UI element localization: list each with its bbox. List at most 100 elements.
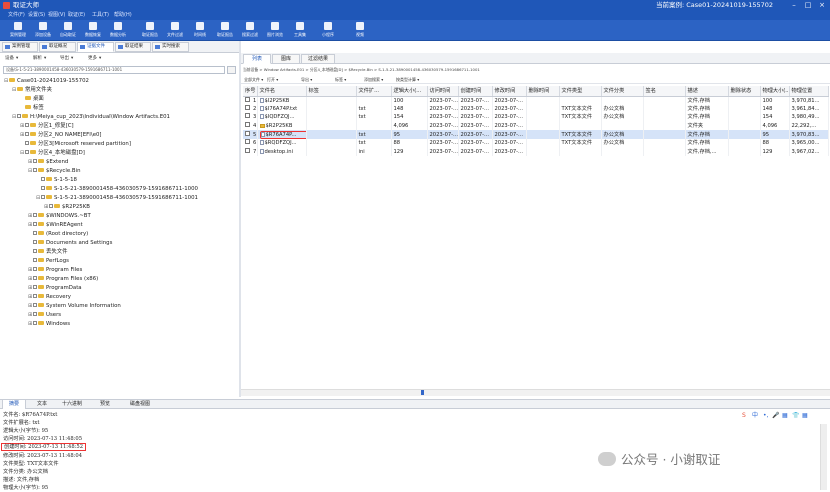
column-header[interactable]: 文件分类 [601, 86, 644, 97]
tree-node[interactable]: ⊟ 常用文件夹 [12, 86, 52, 95]
ime-button[interactable]: 中 [752, 412, 758, 420]
ribbon-button[interactable]: 文件过滤 [165, 22, 185, 40]
tree-checkbox[interactable] [33, 321, 37, 325]
tree-checkbox[interactable] [33, 240, 37, 244]
tree-node[interactable]: 桌面 [20, 95, 44, 104]
menu-item[interactable]: 帮助(H) [114, 12, 132, 19]
ribbon-button[interactable]: 取证报告 [140, 22, 160, 40]
menu-item[interactable]: 取证(E) [68, 12, 85, 19]
detail-tab-2[interactable]: 十六进制 [57, 400, 87, 409]
file-toolbar-button[interactable]: 标签 ▾ [335, 76, 346, 84]
ribbon-button[interactable]: 图片浏览 [265, 22, 285, 40]
tree-node[interactable]: S-1-5-18 [36, 176, 77, 185]
tree-node[interactable]: ⊞ Program Files [28, 266, 82, 275]
file-toolbar-button[interactable]: 打开 ▾ [267, 76, 278, 84]
column-header[interactable]: 文件扩... [356, 86, 392, 97]
file-toolbar-button[interactable]: 全部文件 ▾ [244, 76, 263, 84]
row-checkbox[interactable] [245, 96, 250, 102]
tree-node[interactable]: ⊟ 分区4_本地磁盘[D] [20, 149, 85, 158]
left-toolbar-button[interactable]: 设备 [5, 55, 14, 62]
ime-button[interactable]: ▦ [802, 412, 808, 420]
tree-checkbox[interactable] [41, 195, 45, 199]
tree-checkbox[interactable] [33, 231, 37, 235]
ribbon-button[interactable]: 视频 [350, 22, 370, 40]
column-header[interactable]: 删除时间 [526, 86, 560, 97]
vertical-splitter[interactable] [239, 41, 241, 397]
ribbon-button[interactable]: 时间线 [190, 22, 210, 40]
ribbon-button[interactable]: 取证报告 [215, 22, 235, 40]
row-checkbox[interactable] [245, 130, 250, 136]
right-tab-2[interactable]: 过滤结果 [301, 54, 335, 64]
left-toolbar-button[interactable]: 解析 [33, 55, 42, 62]
tree-node[interactable]: ⊞ $R2P25KB [44, 203, 90, 212]
right-tab-0[interactable]: 列表 [243, 54, 271, 64]
tree-node[interactable]: ⊞ Program Files (x86) [28, 275, 98, 284]
ime-button[interactable]: S [742, 412, 746, 420]
tree-node[interactable]: ⊞ Users [28, 311, 61, 320]
tree-node[interactable]: PerfLogs [28, 257, 69, 266]
tree-node[interactable]: ⊞ ProgramData [28, 284, 82, 293]
table-row[interactable]: 1 $I2P25KB 100 2023-07-... 2023-07-... 2023-0… [243, 96, 829, 105]
ribbon-button[interactable]: 工具集 [290, 22, 310, 40]
tree-node[interactable]: Documents and Settings [28, 239, 112, 248]
tree-node[interactable]: S-1-5-21-3890001458-436030579-1591686711… [36, 185, 198, 194]
tree-checkbox[interactable] [41, 186, 45, 190]
tree-checkbox[interactable] [25, 132, 29, 136]
table-row[interactable]: 2 $I76A74P.txt txt 148 2023-07-... 2023-07-..… [243, 104, 829, 114]
tree-checkbox[interactable] [33, 303, 37, 307]
menu-item[interactable]: 视图(V) [48, 12, 65, 19]
tree-node[interactable]: ⊟ $Recycle.Bin [28, 167, 81, 176]
maximize-icon[interactable]: □ [803, 1, 813, 10]
tree-node[interactable]: ⊞ Recovery [28, 293, 71, 302]
tab-1[interactable]: 取证概况 [39, 42, 76, 52]
detail-scrollbar[interactable] [820, 424, 827, 490]
ime-button[interactable]: 🎤 [772, 412, 779, 420]
tab-4[interactable]: 实时搜索 [152, 42, 189, 52]
column-header[interactable]: 签名 [643, 86, 686, 97]
path-input[interactable]: 设备\S-1-5-21-3890001458-436030579-1591686… [3, 66, 225, 74]
minimize-icon[interactable]: – [789, 1, 799, 10]
detail-tab-3[interactable]: 预览 [92, 400, 118, 409]
tree-node[interactable]: 分区3[Microsoft reserved partition] [20, 140, 131, 149]
tab-0[interactable]: 案例管理 [2, 42, 38, 52]
row-checkbox[interactable] [245, 104, 250, 110]
tree-checkbox[interactable] [41, 177, 45, 181]
scroll-thumb[interactable] [421, 390, 424, 395]
tree-checkbox[interactable] [33, 276, 37, 280]
tree-node[interactable]: ⊞ 分区1_修复[C] [20, 122, 74, 131]
detail-tab-4[interactable]: 磁盘视图 [124, 400, 156, 409]
column-header[interactable]: 访问时间 [427, 86, 459, 97]
column-header[interactable]: 物理位置 [789, 86, 829, 97]
menu-item[interactable]: 文件(F) [8, 12, 25, 19]
ribbon-button[interactable]: 案例管理 [8, 22, 28, 40]
ribbon-button[interactable]: 数据恢复 [83, 22, 103, 40]
ribbon-button[interactable]: 自动取证 [58, 22, 78, 40]
tree-checkbox[interactable] [33, 285, 37, 289]
tree-node[interactable]: ⊞ $WinREAgent [28, 221, 83, 230]
column-header[interactable]: 删除状态 [728, 86, 761, 97]
menu-item[interactable]: 设置(S) [28, 12, 45, 19]
tree-checkbox[interactable] [33, 249, 37, 253]
table-row[interactable]: 5 $R76A74P... txt 95 2023-07-... 2023-07-... 2… [243, 130, 829, 139]
tree-checkbox[interactable] [33, 168, 37, 172]
tree-checkbox[interactable] [17, 114, 21, 118]
row-checkbox[interactable] [245, 113, 250, 119]
left-toolbar-button[interactable]: 更多 [88, 55, 97, 62]
tab-2[interactable]: 证据文件 [77, 42, 114, 52]
tree-node[interactable]: ⊞ System Volume Information [28, 302, 121, 311]
column-header[interactable]: 标签 [306, 86, 357, 97]
table-row[interactable]: 7 desktop.ini ini 129 2023-07-... 2023-07-...… [243, 147, 829, 157]
menu-item[interactable]: 工具(T) [92, 12, 109, 19]
tree-checkbox[interactable] [49, 204, 53, 208]
horizontal-scrollbar[interactable] [241, 389, 830, 396]
left-toolbar-button[interactable]: 导出 [60, 55, 69, 62]
detail-tab-1[interactable]: 文本 [31, 400, 53, 409]
table-row[interactable]: 4 $R2P25KB 4,096 2023-07-... 2023-07-... 2023… [243, 121, 829, 131]
tree-checkbox[interactable] [25, 150, 29, 154]
column-header[interactable]: 描述 [685, 86, 729, 97]
tree-checkbox[interactable] [33, 312, 37, 316]
ribbon-button[interactable]: 数据分析 [108, 22, 128, 40]
file-toolbar-button[interactable]: 导出 ▾ [301, 76, 312, 84]
tree-node[interactable]: ⊟ Case01-20241019-155702 [4, 77, 89, 86]
tree-checkbox[interactable] [33, 159, 37, 163]
